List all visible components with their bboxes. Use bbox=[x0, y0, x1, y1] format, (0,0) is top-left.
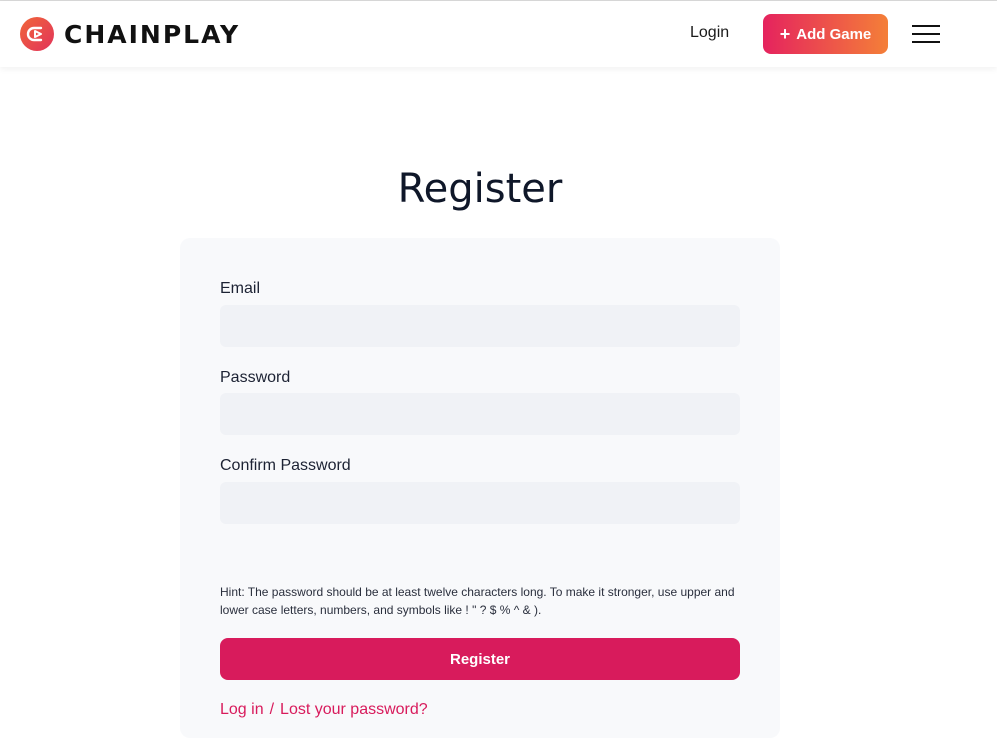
email-label: Email bbox=[220, 280, 261, 297]
hamburger-menu-icon[interactable] bbox=[912, 25, 940, 45]
add-game-label: Add Game bbox=[796, 25, 872, 43]
lost-password-link[interactable]: Lost your password? bbox=[280, 701, 428, 718]
auth-links: Log in / Lost your password? bbox=[220, 701, 428, 719]
plus-icon: + bbox=[779, 24, 791, 44]
password-field[interactable] bbox=[220, 393, 740, 435]
menu-line bbox=[912, 25, 940, 27]
confirm-password-field[interactable] bbox=[220, 482, 740, 524]
register-button[interactable]: Register bbox=[220, 638, 740, 680]
chainplay-logo-icon bbox=[20, 17, 54, 51]
site-header: CHAINPLAY Login + Add Game bbox=[0, 1, 997, 67]
page-title: Register bbox=[397, 166, 563, 212]
confirm-password-label: Confirm Password bbox=[220, 457, 351, 474]
login-link[interactable]: Login bbox=[690, 24, 729, 42]
email-field[interactable] bbox=[220, 305, 740, 347]
brand-logo[interactable]: CHAINPLAY bbox=[20, 17, 240, 51]
link-separator: / bbox=[269, 701, 275, 718]
login-link-footer[interactable]: Log in bbox=[220, 701, 264, 718]
brand-name: CHAINPLAY bbox=[64, 19, 241, 49]
password-label: Password bbox=[220, 369, 291, 386]
add-game-button[interactable]: + Add Game bbox=[763, 14, 888, 54]
password-hint: Hint: The password should be at least tw… bbox=[220, 585, 735, 617]
menu-line bbox=[912, 41, 940, 43]
menu-line bbox=[912, 33, 940, 35]
